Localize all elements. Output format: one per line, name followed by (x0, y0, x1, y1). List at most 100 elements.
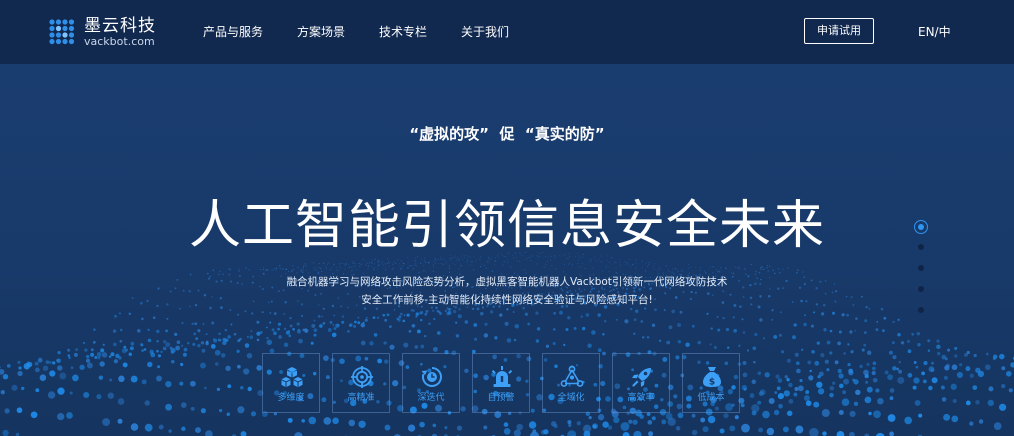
nav-item-products[interactable]: 产品与服务 (203, 0, 263, 64)
particle-dot (565, 327, 569, 332)
particle-dot (403, 264, 405, 266)
particle-dot (372, 316, 376, 320)
particle-dot (700, 417, 706, 423)
particle-dot (906, 339, 911, 344)
particle-dot (267, 269, 269, 271)
particle-dot (725, 327, 730, 332)
slide-dot-5[interactable] (918, 307, 924, 313)
particle-dot (240, 386, 244, 390)
particle-dot (783, 390, 790, 397)
particle-dot (388, 261, 390, 263)
feature-low-cost[interactable]: $ 低成本 (682, 353, 740, 413)
particle-dot (224, 328, 228, 332)
particle-dot (780, 311, 782, 314)
feature-full-domain[interactable]: 全域化 (542, 353, 600, 413)
particle-dot (816, 341, 820, 345)
particle-dot (335, 323, 340, 328)
particle-dot (907, 349, 912, 354)
nav-item-about[interactable]: 关于我们 (461, 0, 509, 64)
particle-dot (588, 415, 592, 420)
particle-dot (214, 362, 219, 366)
particle-dot (448, 308, 452, 311)
particle-dot (530, 408, 535, 413)
particle-dot (592, 267, 594, 269)
particle-dot (278, 265, 281, 267)
particle-dot (738, 344, 741, 347)
particle-dot (70, 366, 74, 370)
particle-dot (722, 290, 725, 293)
particle-dot (182, 352, 187, 357)
feature-deep-iteration[interactable]: 深迭代 (402, 353, 460, 413)
particle-dot (883, 316, 887, 320)
language-switch[interactable]: EN/中 (918, 0, 951, 64)
particle-dot (965, 400, 971, 406)
particle-dot (697, 340, 701, 345)
particle-dot (487, 260, 489, 262)
particle-dot (615, 267, 617, 269)
slide-dot-2[interactable] (918, 244, 924, 250)
particle-dot (372, 262, 374, 264)
particle-dot (273, 331, 277, 336)
particle-dot (820, 353, 825, 358)
particle-dot (795, 425, 804, 434)
particle-dot (457, 314, 462, 319)
particle-dot (170, 350, 174, 355)
nav-item-tech-column[interactable]: 技术专栏 (379, 0, 427, 64)
particle-dot (975, 400, 980, 405)
particle-dot (706, 312, 709, 315)
slide-dot-1[interactable] (914, 220, 928, 234)
particle-dot (620, 422, 630, 431)
particle-dot (348, 263, 349, 265)
particle-dot (751, 379, 757, 385)
particle-dot (829, 351, 833, 355)
particle-dot (720, 267, 722, 269)
particle-dot (784, 375, 788, 379)
particle-dot (85, 358, 91, 363)
feature-multi-dimension[interactable]: 多维度 (262, 353, 320, 413)
particle-dot (97, 356, 101, 360)
particle-dot (645, 269, 647, 271)
particle-dot (425, 309, 429, 314)
particle-dot (285, 330, 290, 335)
logo[interactable]: 墨云科技 vackbot.com (48, 16, 168, 48)
particle-dot (602, 351, 606, 356)
particle-dot (863, 331, 867, 334)
particle-dot (205, 333, 208, 335)
nav-item-solutions[interactable]: 方案场景 (297, 0, 345, 64)
particle-dot (378, 260, 380, 262)
particle-dot (109, 378, 113, 382)
particle-dot (419, 421, 425, 428)
particle-dot (400, 268, 402, 270)
particle-dot (614, 262, 616, 264)
particle-dot (569, 262, 570, 264)
particle-dot (665, 264, 667, 266)
feature-high-precision[interactable]: 高精准 (332, 353, 390, 413)
particle-dot (114, 314, 117, 318)
particle-dot (289, 316, 292, 320)
particle-dot (923, 379, 927, 384)
particle-dot (543, 266, 545, 268)
particle-dot (448, 267, 451, 269)
particle-dot (642, 260, 644, 262)
slide-dot-3[interactable] (918, 265, 924, 271)
feature-high-efficiency[interactable]: 高效率 (612, 353, 670, 413)
slide-dot-4[interactable] (918, 286, 924, 292)
particle-dot (319, 324, 323, 328)
apply-trial-button[interactable]: 申请试用 (804, 18, 874, 44)
particle-dot (227, 384, 232, 389)
particle-dot (419, 262, 422, 264)
particle-dot (225, 365, 231, 371)
particle-dot (855, 389, 861, 396)
particle-dot (317, 315, 321, 318)
particle-dot (288, 334, 292, 338)
particle-dot (394, 262, 396, 264)
feature-auto-warning[interactable]: 自预警 (472, 353, 530, 413)
particle-dot (364, 263, 366, 265)
particle-dot (597, 414, 605, 421)
particle-dot (820, 312, 825, 316)
particle-dot (179, 307, 182, 310)
particle-dot (829, 329, 833, 333)
particle-dot (217, 338, 221, 342)
particle-dot (984, 364, 991, 371)
particle-dot (313, 319, 316, 322)
